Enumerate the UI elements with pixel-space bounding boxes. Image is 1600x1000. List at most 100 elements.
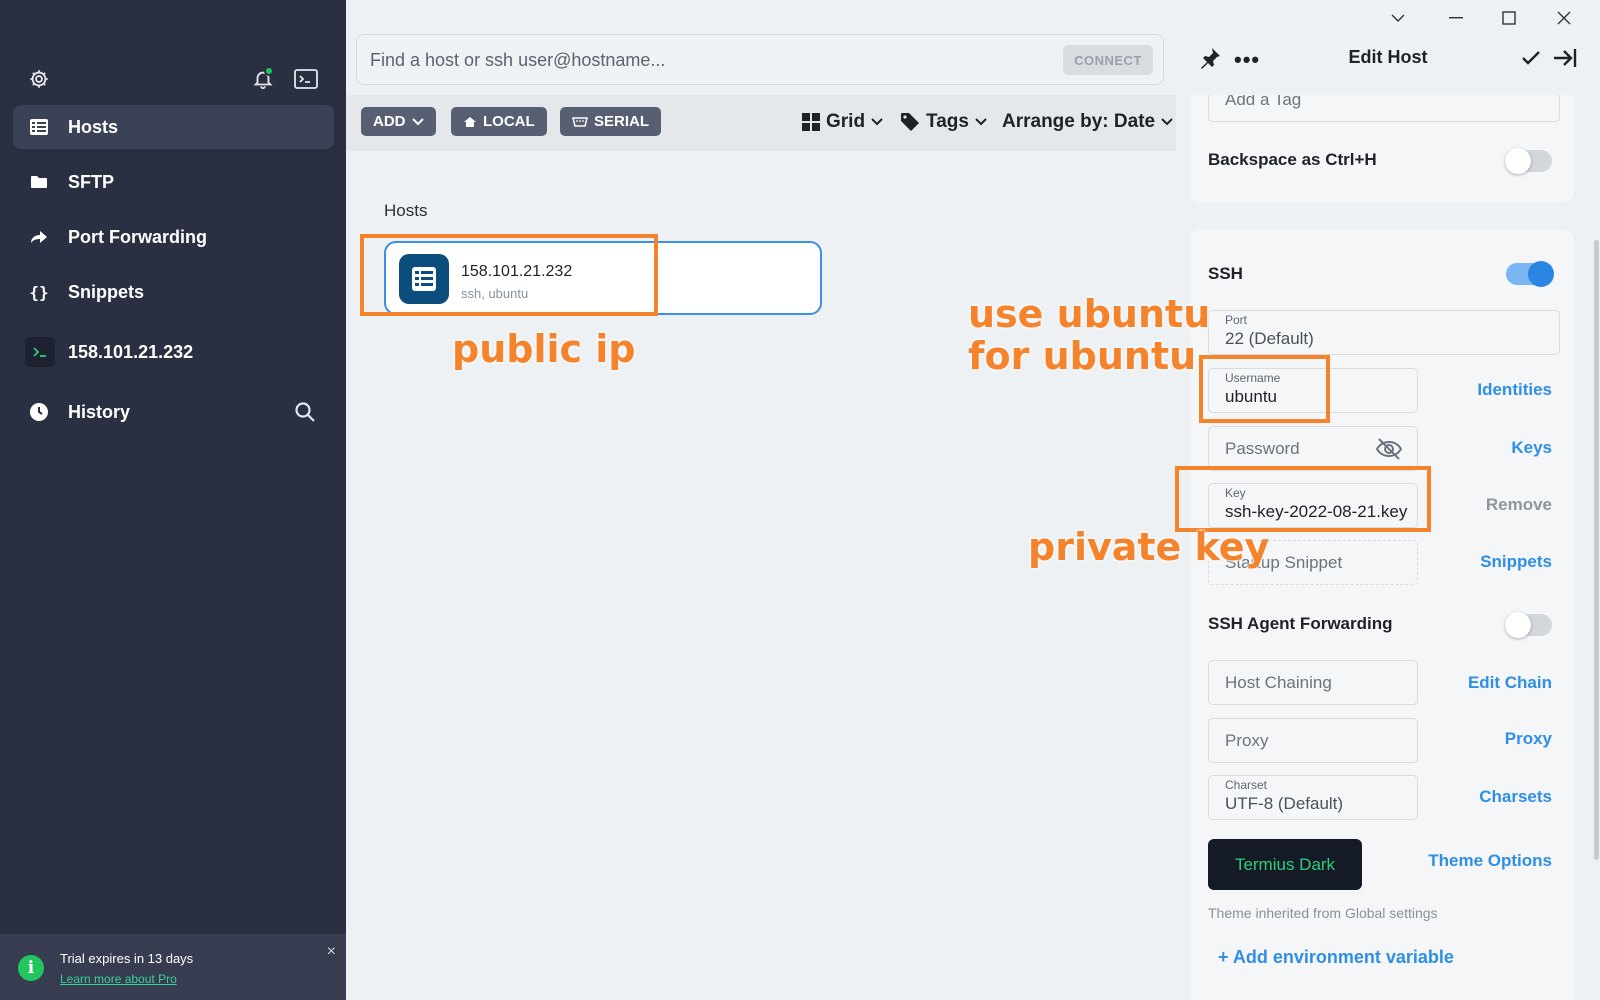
- port-forwarding-icon: [27, 225, 51, 249]
- local-label: LOCAL: [483, 113, 535, 130]
- chevron-down-icon: [411, 117, 424, 125]
- snippets-link[interactable]: Snippets: [1480, 552, 1552, 572]
- general-settings-card: Add a Tag Backspace as Ctrl+H: [1190, 80, 1574, 202]
- sidebar-item-snippets[interactable]: {} Snippets: [13, 270, 334, 314]
- sidebar-item-label: Hosts: [68, 116, 119, 137]
- close-window-icon[interactable]: [1552, 6, 1576, 30]
- sidebar-item-port-forwarding[interactable]: Port Forwarding: [13, 215, 334, 259]
- agent-forwarding-label: SSH Agent Forwarding: [1208, 614, 1393, 633]
- username-field[interactable]: Username ubuntu: [1208, 368, 1418, 413]
- charsets-link[interactable]: Charsets: [1479, 787, 1552, 807]
- password-field[interactable]: Password: [1208, 426, 1418, 471]
- ssh-settings-card: SSH Port 22 (Default) Username ubuntu Id…: [1190, 230, 1574, 1000]
- ssh-toggle[interactable]: [1506, 261, 1554, 287]
- username-label: Username: [1225, 371, 1281, 385]
- sidebar-item-history[interactable]: History: [13, 390, 334, 434]
- sidebar-item-label: SFTP: [68, 171, 115, 192]
- tags-dropdown[interactable]: Tags: [900, 107, 987, 136]
- host-chaining-placeholder: Host Chaining: [1225, 673, 1332, 692]
- sidebar-item-session[interactable]: 158.101.21.232: [13, 330, 334, 374]
- annotation-private-key: private key: [1028, 525, 1270, 569]
- backspace-toggle[interactable]: [1505, 148, 1552, 174]
- host-chaining-field[interactable]: Host Chaining: [1208, 660, 1418, 705]
- host-card[interactable]: 158.101.21.232 ssh, ubuntu: [384, 241, 822, 315]
- home-icon: [464, 116, 476, 127]
- toggle-knob: [1505, 148, 1531, 174]
- password-placeholder: Password: [1225, 439, 1300, 458]
- view-grid-dropdown[interactable]: Grid: [802, 107, 883, 136]
- add-label: ADD: [373, 113, 406, 130]
- search-icon[interactable]: [294, 401, 316, 423]
- maximize-icon[interactable]: [1497, 6, 1521, 30]
- port-value: 22 (Default): [1225, 329, 1314, 348]
- sidebar-item-sftp[interactable]: SFTP: [13, 160, 334, 204]
- charset-value: UTF-8 (Default): [1225, 794, 1344, 813]
- arrange-label: Arrange by: Date: [1002, 110, 1156, 132]
- sidebar-item-hosts[interactable]: Hosts: [13, 105, 334, 149]
- connect-button[interactable]: CONNECT: [1063, 45, 1153, 75]
- serial-button[interactable]: SERIAL: [560, 107, 662, 136]
- edit-chain-link[interactable]: Edit Chain: [1468, 673, 1552, 693]
- view-label: Grid: [826, 110, 866, 132]
- add-environment-variable-link[interactable]: + Add environment variable: [1218, 947, 1454, 968]
- trial-banner: i Trial expires in 13 days Learn more ab…: [0, 934, 346, 1000]
- proxy-link[interactable]: Proxy: [1505, 729, 1552, 749]
- grid-icon: [802, 112, 820, 131]
- tags-label: Tags: [926, 110, 969, 132]
- info-icon: i: [18, 955, 44, 981]
- hosts-icon: [27, 115, 51, 139]
- chevron-down-icon[interactable]: [1386, 6, 1410, 30]
- annotation-use-ubuntu: use ubuntu: [968, 292, 1211, 336]
- history-icon: [27, 400, 51, 424]
- port-field[interactable]: Port 22 (Default): [1208, 310, 1560, 355]
- terminal-icon: [25, 337, 55, 367]
- local-button[interactable]: LOCAL: [451, 107, 547, 136]
- hosts-section-title: Hosts: [384, 201, 428, 220]
- learn-more-link[interactable]: Learn more about Pro: [60, 972, 177, 986]
- check-icon[interactable]: [1520, 47, 1542, 69]
- sidebar-item-label: 158.101.21.232: [68, 341, 194, 362]
- edit-host-panel: Add a Tag Backspace as Ctrl+H SSH Port 2…: [1176, 0, 1600, 1000]
- port-label: Port: [1225, 313, 1248, 327]
- annotation-public-ip: public ip: [452, 327, 636, 371]
- search-input[interactable]: [370, 45, 1030, 75]
- server-icon: [399, 254, 449, 304]
- chevron-down-icon: [1161, 117, 1173, 125]
- open-terminal-icon[interactable]: [294, 69, 318, 89]
- notification-dot: [264, 66, 274, 76]
- proxy-field[interactable]: Proxy: [1208, 718, 1418, 763]
- main-area: CONNECT ADD LOCAL SERIAL Grid Tags Arran…: [346, 0, 1176, 1000]
- snippets-icon: {}: [29, 282, 49, 302]
- serial-label: SERIAL: [594, 113, 650, 130]
- panel-scrollbar[interactable]: [1594, 240, 1599, 860]
- sidebar-item-label: Snippets: [68, 281, 145, 302]
- settings-gear-icon[interactable]: [28, 68, 50, 90]
- theme-options-link[interactable]: Theme Options: [1428, 851, 1552, 871]
- sidebar-item-label: History: [68, 401, 131, 422]
- chevron-down-icon: [871, 117, 883, 125]
- key-value: ssh-key-2022-08-21.key: [1225, 502, 1408, 521]
- minimize-icon[interactable]: [1444, 6, 1468, 30]
- folder-icon: [27, 170, 51, 194]
- eye-off-icon[interactable]: [1375, 437, 1403, 461]
- charset-field[interactable]: Charset UTF-8 (Default): [1208, 775, 1418, 820]
- theme-button[interactable]: Termius Dark: [1208, 839, 1362, 890]
- agent-forwarding-toggle[interactable]: [1505, 612, 1552, 638]
- host-subtitle: ssh, ubuntu: [461, 286, 529, 301]
- trial-text: Trial expires in 13 days: [60, 951, 194, 966]
- keys-link[interactable]: Keys: [1511, 438, 1552, 458]
- identities-link[interactable]: Identities: [1477, 380, 1552, 400]
- arrange-dropdown[interactable]: Arrange by: Date: [1002, 107, 1173, 136]
- host-search-bar: CONNECT: [356, 34, 1164, 85]
- tag-icon: [901, 112, 919, 131]
- close-panel-icon[interactable]: [1552, 46, 1578, 70]
- username-value: ubuntu: [1225, 387, 1277, 406]
- key-field[interactable]: Key ssh-key-2022-08-21.key: [1208, 483, 1418, 528]
- toggle-knob: [1505, 612, 1531, 638]
- sidebar: Hosts SFTP Port Forwarding {} Snippets 1…: [0, 0, 346, 1000]
- key-label: Key: [1225, 486, 1246, 500]
- theme-note: Theme inherited from Global settings: [1208, 905, 1438, 921]
- add-button[interactable]: ADD: [361, 107, 436, 136]
- remove-key-link[interactable]: Remove: [1486, 495, 1552, 515]
- close-icon[interactable]: ×: [327, 943, 336, 961]
